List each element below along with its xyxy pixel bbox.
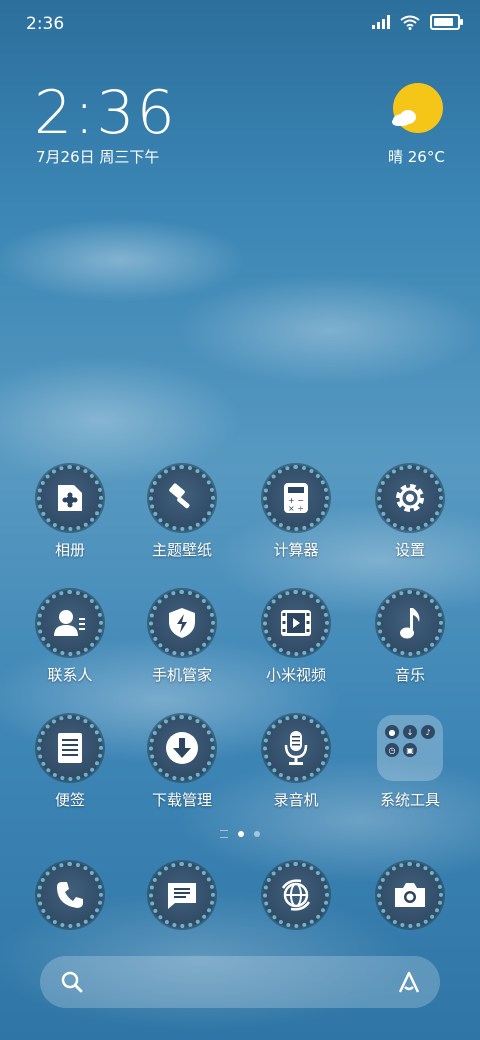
app-security[interactable]: 手机管家 (127, 590, 237, 685)
app-label: 相册 (54, 541, 85, 559)
app-contacts[interactable]: 联系人 (15, 590, 125, 685)
gear-icon (377, 465, 443, 531)
dock-messages[interactable] (127, 862, 237, 928)
app-label: 录音机 (273, 791, 319, 809)
microphone-icon (263, 715, 329, 781)
notepad-icon (37, 715, 103, 781)
dock-browser[interactable] (241, 862, 351, 928)
music-note-icon (377, 590, 443, 656)
app-themes[interactable]: 主题壁纸 (127, 465, 237, 560)
app-label: 主题壁纸 (151, 541, 212, 559)
app-label: 下载管理 (151, 791, 212, 809)
calculator-icon: + − × ÷ (263, 465, 329, 531)
app-calculator[interactable]: + − × ÷ 计算器 (241, 465, 351, 560)
assistant-icon[interactable] (396, 970, 422, 994)
page-dot-active (238, 831, 244, 837)
mini-app-icon: ● (385, 725, 399, 739)
app-music[interactable]: 音乐 (355, 590, 465, 685)
weather-text[interactable]: 晴 26°C (388, 146, 445, 167)
app-label: 音乐 (394, 666, 425, 684)
date-text: 7月26日 周三下午 (36, 148, 160, 166)
mini-app-icon: ◷ (385, 743, 399, 757)
download-icon (149, 715, 215, 781)
app-label: 设置 (394, 541, 425, 559)
app-label: 系统工具 (379, 791, 440, 809)
message-icon (149, 862, 215, 928)
page-dot (254, 831, 260, 837)
search-bar[interactable] (40, 956, 440, 1008)
app-settings[interactable]: 设置 (355, 465, 465, 560)
shield-icon (149, 590, 215, 656)
app-mi-video[interactable]: 小米视频 (241, 590, 351, 685)
wifi-icon (400, 15, 420, 30)
page-indicator[interactable] (0, 830, 480, 838)
app-notes[interactable]: 便签 (15, 715, 125, 810)
gallery-icon (37, 465, 103, 531)
app-downloads[interactable]: 下载管理 (127, 715, 237, 810)
app-recorder[interactable]: 录音机 (241, 715, 351, 810)
folder-icon: ● ↓ ♪ ◷ ▣ (377, 715, 443, 781)
browser-icon (263, 862, 329, 928)
phone-icon (37, 862, 103, 928)
svg-text:× ÷: × ÷ (288, 504, 304, 513)
status-time: 2:36 (26, 14, 65, 34)
mini-app-icon: ♪ (421, 725, 435, 739)
clock-widget[interactable]: 2:36 (34, 78, 177, 148)
battery-icon (430, 14, 463, 30)
app-label: 小米视频 (265, 666, 326, 684)
contacts-icon (37, 590, 103, 656)
page-indicator-menu (220, 830, 228, 838)
status-bar: 2:36 (0, 0, 480, 50)
sun-cloud-icon[interactable] (388, 82, 444, 138)
dock-camera[interactable] (355, 862, 465, 928)
search-icon[interactable] (60, 970, 84, 994)
app-label: 手机管家 (151, 666, 212, 684)
app-gallery[interactable]: 相册 (15, 465, 125, 560)
app-label: 联系人 (47, 666, 93, 684)
mini-app-icon: ▣ (403, 743, 417, 757)
paintbrush-icon (149, 465, 215, 531)
app-label: 便签 (54, 791, 85, 809)
app-folder-system-tools[interactable]: ● ↓ ♪ ◷ ▣ 系统工具 (355, 715, 465, 810)
video-icon (263, 590, 329, 656)
camera-icon (377, 862, 443, 928)
dock-phone[interactable] (15, 862, 125, 928)
mini-app-icon: ↓ (403, 725, 417, 739)
app-label: 计算器 (273, 541, 319, 559)
signal-icon (372, 15, 390, 29)
